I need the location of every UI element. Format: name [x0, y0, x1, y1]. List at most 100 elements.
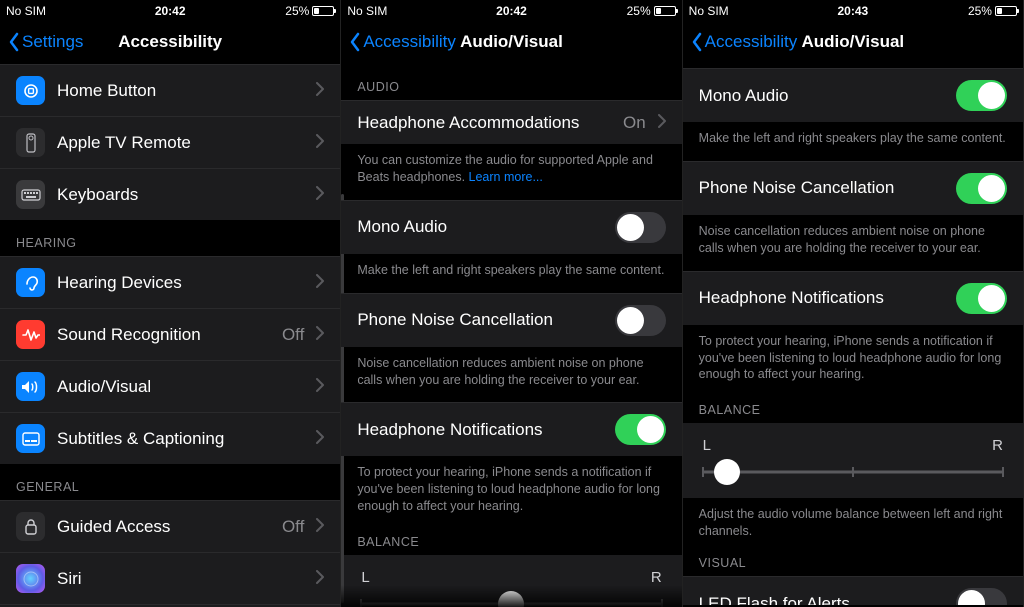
row-label: Hearing Devices — [57, 273, 304, 293]
row-mono-audio[interactable]: Mono Audio — [683, 68, 1023, 122]
chevron-left-icon — [349, 32, 361, 52]
status-carrier: No SIM — [347, 4, 387, 18]
row-label: Home Button — [57, 81, 304, 101]
row-value: Off — [282, 517, 304, 537]
slider-thumb[interactable] — [714, 459, 740, 485]
subtitles-icon — [16, 424, 45, 453]
row-label: Subtitles & Captioning — [57, 429, 304, 449]
toggle-noise-cancellation[interactable] — [956, 173, 1007, 204]
row-phone-noise-cancellation[interactable]: Phone Noise Cancellation — [683, 161, 1023, 215]
row-subtitles-captioning[interactable]: Subtitles & Captioning — [0, 413, 340, 464]
row-label: Phone Noise Cancellation — [357, 310, 602, 330]
row-keyboards[interactable]: Keyboards — [0, 169, 340, 220]
row-siri[interactable]: Siri — [0, 553, 340, 605]
section-header-visual: VISUAL — [683, 554, 1023, 576]
back-label: Accessibility — [705, 32, 798, 52]
back-label: Accessibility — [363, 32, 456, 52]
battery-icon — [312, 6, 334, 16]
row-mono-audio[interactable]: Mono Audio — [341, 200, 681, 254]
row-label: Phone Noise Cancellation — [699, 178, 944, 198]
chevron-right-icon — [316, 517, 324, 537]
row-label: Apple TV Remote — [57, 133, 304, 153]
row-headphone-notifications[interactable]: Headphone Notifications — [341, 402, 681, 456]
audio-visual-icon — [16, 372, 45, 401]
row-sound-recognition[interactable]: Sound Recognition Off — [0, 309, 340, 361]
row-label: Guided Access — [57, 517, 270, 537]
balance-r-label: R — [992, 437, 1003, 454]
footer-headphone-accommodations: You can customize the audio for supporte… — [341, 144, 681, 200]
chevron-right-icon — [316, 185, 324, 205]
chevron-right-icon — [316, 273, 324, 293]
chevron-right-icon — [316, 569, 324, 589]
keyboards-icon — [16, 180, 45, 209]
status-carrier: No SIM — [6, 4, 46, 18]
guided-access-icon — [16, 512, 45, 541]
row-phone-noise-cancellation[interactable]: Phone Noise Cancellation — [341, 293, 681, 347]
footer-noise: Noise cancellation reduces ambient noise… — [341, 347, 681, 403]
status-bar: No SIM 20:42 25% — [0, 0, 340, 20]
nav-bar: Accessibility Audio/Visual — [683, 20, 1023, 64]
home-button-icon — [16, 76, 45, 105]
slider-thumb[interactable] — [498, 591, 524, 607]
row-apple-tv-remote[interactable]: Apple TV Remote — [0, 117, 340, 169]
sound-recognition-icon — [16, 320, 45, 349]
toggle-headphone-notifications[interactable] — [615, 414, 666, 445]
row-hearing-devices[interactable]: Hearing Devices — [0, 256, 340, 309]
section-header-balance: BALANCE — [341, 529, 681, 555]
row-audio-visual[interactable]: Audio/Visual — [0, 361, 340, 413]
footer-mono: Make the left and right speakers play th… — [341, 254, 681, 293]
row-label: Sound Recognition — [57, 325, 270, 345]
toggle-mono-audio[interactable] — [956, 80, 1007, 111]
toggle-mono-audio[interactable] — [615, 212, 666, 243]
row-headphone-notifications[interactable]: Headphone Notifications — [683, 271, 1023, 325]
row-home-button[interactable]: Home Button — [0, 65, 340, 117]
battery-icon — [995, 6, 1017, 16]
chevron-right-icon — [658, 113, 666, 133]
row-value: Off — [282, 325, 304, 345]
status-carrier: No SIM — [689, 4, 729, 18]
toggle-noise-cancellation[interactable] — [615, 305, 666, 336]
siri-icon — [16, 564, 45, 593]
toggle-headphone-notifications[interactable] — [956, 283, 1007, 314]
footer-noise: Noise cancellation reduces ambient noise… — [683, 215, 1023, 271]
status-battery: 25% — [285, 4, 334, 18]
balance-slider[interactable]: L R — [683, 429, 1023, 488]
pane-audio-visual-1: No SIM 20:42 25% Accessibility Audio/Vis… — [341, 0, 682, 607]
row-label: Siri — [57, 569, 304, 589]
pane-audio-visual-2: No SIM 20:43 25% Accessibility Audio/Vis… — [683, 0, 1024, 607]
balance-slider[interactable]: L R — [341, 561, 681, 607]
chevron-right-icon — [316, 325, 324, 345]
row-guided-access[interactable]: Guided Access Off — [0, 500, 340, 553]
section-header-general: GENERAL — [0, 464, 340, 500]
chevron-right-icon — [316, 377, 324, 397]
section-header-hearing: HEARING — [0, 220, 340, 256]
row-label: Keyboards — [57, 185, 304, 205]
chevron-right-icon — [316, 133, 324, 153]
battery-icon — [654, 6, 676, 16]
row-label: LED Flash for Alerts — [699, 594, 944, 606]
hearing-devices-icon — [16, 268, 45, 297]
row-label: Headphone Notifications — [699, 288, 944, 308]
back-label: Settings — [22, 32, 83, 52]
nav-bar: Accessibility Audio/Visual — [341, 20, 681, 64]
battery-percent: 25% — [968, 4, 992, 18]
chevron-left-icon — [691, 32, 703, 52]
section-header-balance: BALANCE — [683, 397, 1023, 423]
balance-r-label: R — [651, 569, 662, 586]
back-button[interactable]: Accessibility — [691, 32, 798, 52]
battery-percent: 25% — [627, 4, 651, 18]
status-bar: No SIM 20:43 25% — [683, 0, 1023, 20]
row-label: Mono Audio — [357, 217, 602, 237]
toggle-led-flash[interactable] — [956, 588, 1007, 605]
scrollbar[interactable] — [341, 194, 344, 603]
balance-l-label: L — [361, 569, 369, 586]
status-bar: No SIM 20:42 25% — [341, 0, 681, 20]
learn-more-link[interactable]: Learn more... — [469, 170, 543, 184]
back-button[interactable]: Accessibility — [349, 32, 456, 52]
row-headphone-accommodations[interactable]: Headphone Accommodations On — [341, 100, 681, 144]
row-led-flash-for-alerts[interactable]: LED Flash for Alerts — [683, 576, 1023, 605]
row-value: On — [623, 113, 646, 133]
row-label: Headphone Notifications — [357, 420, 602, 440]
back-button[interactable]: Settings — [8, 32, 83, 52]
apple-tv-remote-icon — [16, 128, 45, 157]
